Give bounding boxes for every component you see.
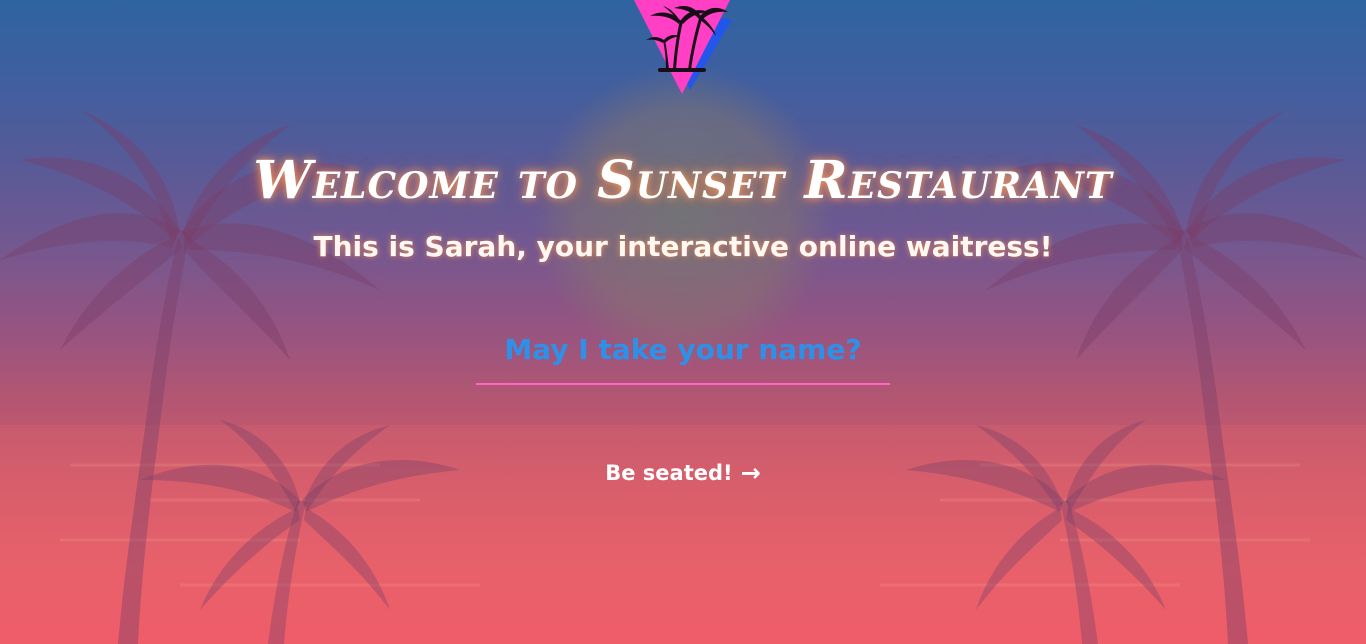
- page-title: Welcome to Sunset Restaurant: [253, 150, 1113, 211]
- be-seated-button[interactable]: Be seated! →: [583, 452, 783, 494]
- palm-tree-triangle-icon: [634, 0, 732, 94]
- be-seated-label: Be seated!: [605, 461, 733, 485]
- name-input[interactable]: [476, 315, 890, 385]
- page-subtitle: This is Sarah, your interactive online w…: [313, 230, 1053, 263]
- arrow-right-icon: →: [740, 459, 761, 487]
